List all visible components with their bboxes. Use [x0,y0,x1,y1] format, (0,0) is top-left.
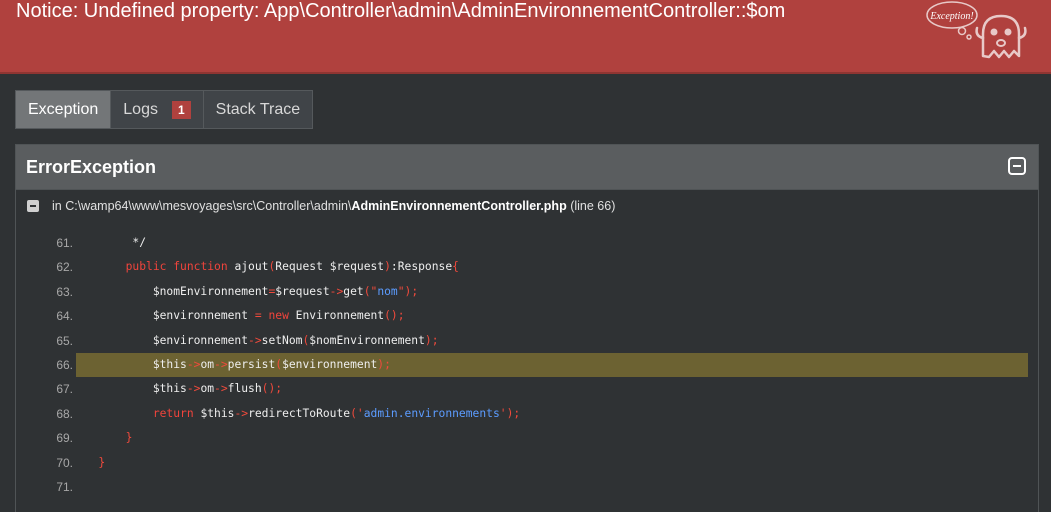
file-name: AdminEnvironnementController.php [351,199,567,213]
collapse-source-icon[interactable] [27,200,39,212]
code-line: 63. $nomEnvironnement=$request->get("nom… [16,280,1038,304]
code-text: } [125,431,133,445]
logs-count-badge: 1 [171,100,191,119]
line-number: 69. [56,431,73,446]
code-text: $nomEnvironnement=$request->get("nom"); [78,284,419,298]
tab-stack-trace-label: Stack Trace [215,101,301,118]
line-number: 62. [56,260,73,275]
exception-tabs: Exception Logs 1 Stack Trace [15,90,314,129]
error-header: Notice: Undefined property: App\Controll… [0,0,1051,74]
code-text: } [98,455,106,469]
line-number: 71. [56,479,73,494]
file-line-number: (line 66) [570,199,616,213]
code-line: 61. */ [16,231,1038,255]
exception-class-title: ErrorException [26,157,157,177]
code-line: 71. [16,475,1038,499]
line-number: 61. [56,236,73,250]
tab-exception-label: Exception [28,101,99,118]
svg-text:Exception!: Exception! [929,11,973,22]
code-text: $environnement = new Environnement(); [78,309,405,323]
code-text: public function ajout(Request $request):… [125,260,459,274]
line-number: 65. [56,333,73,348]
code-line: 70. } [16,451,1038,475]
source-code-excerpt: 61. */62. public function ajout(Request … [16,231,1038,499]
collapse-panel-button[interactable] [1008,157,1026,175]
code-text: */ [78,236,147,249]
exception-panel-header: ErrorException [16,145,1038,190]
file-location: in C:\wamp64\www\mesvoyages\src\Controll… [27,198,615,214]
code-text: return $this->redirectToRoute('admin.env… [152,406,521,420]
code-line: 66. $this->om->persist($environnement); [16,352,1038,378]
code-line: 69. } [16,426,1038,450]
code-line: 62. public function ajout(Request $reque… [16,255,1038,279]
line-number: 68. [56,406,73,421]
code-line: 68. return $this->redirectToRoute('admin… [16,402,1038,426]
tab-logs-label: Logs [123,101,158,118]
file-path: in C:\wamp64\www\mesvoyages\src\Controll… [52,199,352,213]
tab-exception[interactable]: Exception [15,90,112,129]
line-number: 70. [56,455,73,470]
tab-logs[interactable]: Logs 1 [111,90,204,129]
code-line: 64. $environnement = new Environnement()… [16,304,1038,328]
code-text: $this->om->persist($environnement); [76,352,1028,378]
tab-stack-trace[interactable]: Stack Trace [203,90,314,129]
line-number: 66. [56,357,73,372]
line-number: 64. [56,309,73,324]
code-line: 67. $this->om->flush(); [16,377,1038,401]
exception-panel: ErrorException in C:\wamp64\www\mesvoyag… [15,144,1039,512]
code-text: $environnement->setNom($nomEnvironnement… [78,333,439,347]
line-number: 63. [56,284,73,299]
error-title: Notice: Undefined property: App\Controll… [16,0,786,22]
line-number: 67. [56,382,73,397]
code-line: 65. $environnement->setNom($nomEnvironne… [16,329,1038,353]
exception-ghost-logo: Exception! [925,0,1045,66]
code-text: $this->om->flush(); [78,382,283,396]
